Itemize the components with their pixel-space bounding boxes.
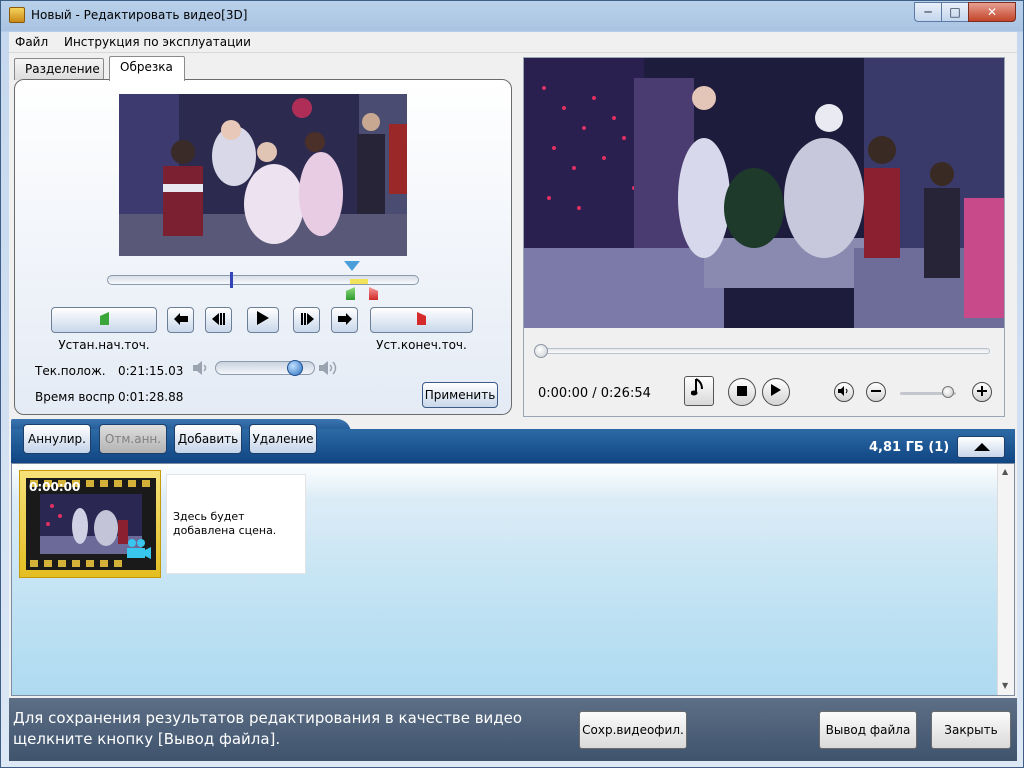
zoom-in-button[interactable] xyxy=(972,382,992,402)
client-area: Разделение Обрезка Устан.нач.точ. Уст.ко… xyxy=(9,53,1017,761)
close-button[interactable]: Закрыть xyxy=(931,711,1011,749)
player-play-button[interactable] xyxy=(762,378,790,406)
green-flag-icon xyxy=(99,309,109,333)
undo-cancel-button[interactable]: Отм.анн. xyxy=(99,424,167,454)
apply-button[interactable]: Применить xyxy=(422,382,498,408)
storage-size-label: 4,81 ГБ (1) xyxy=(869,440,950,455)
start-point-flag-icon[interactable] xyxy=(346,287,355,300)
play-button[interactable] xyxy=(247,307,279,333)
mute-button[interactable] xyxy=(834,382,854,402)
app-icon xyxy=(9,7,25,23)
current-position-value: 0:21:15.03 xyxy=(118,364,184,378)
output-file-button[interactable]: Вывод файла xyxy=(819,711,917,749)
play-time-value: 0:01:28.88 xyxy=(118,390,184,404)
scroll-up-icon[interactable]: ▲ xyxy=(1002,467,1008,476)
close-window-button[interactable]: ✕ xyxy=(968,2,1016,22)
collapse-panel-button[interactable] xyxy=(957,436,1005,458)
set-start-point-button[interactable]: Устан.нач.точ. xyxy=(51,307,157,352)
video-camera-icon xyxy=(124,537,152,563)
set-start-point-label: Устан.нач.точ. xyxy=(58,337,150,352)
next-frame-icon xyxy=(300,309,314,333)
menu-manual[interactable]: Инструкция по эксплуатации xyxy=(58,32,257,52)
step-back-button[interactable] xyxy=(167,307,194,333)
volume-high-icon xyxy=(319,361,339,378)
arrow-right-icon xyxy=(337,309,352,333)
seek-slider[interactable] xyxy=(538,348,990,354)
timeline-scrollbar[interactable]: ▲ ▼ xyxy=(997,464,1014,695)
play-icon xyxy=(257,309,269,333)
set-end-point-button[interactable]: Уст.конеч.точ. xyxy=(370,307,473,352)
seek-slider-thumb[interactable] xyxy=(534,344,548,358)
end-point-flag-icon[interactable] xyxy=(369,287,378,300)
delete-button[interactable]: Удаление xyxy=(249,424,317,454)
timeline-clip[interactable]: 0:00:00 xyxy=(19,470,161,578)
save-video-button[interactable]: Сохр.видеофил. xyxy=(579,711,687,749)
menu-bar: Файл Инструкция по эксплуатации xyxy=(9,32,1017,53)
music-note-button[interactable] xyxy=(684,376,714,406)
minimize-button[interactable]: ─ xyxy=(914,2,942,22)
main-window: Новый - Редактировать видео[3D] ─ □ ✕ Фа… xyxy=(0,0,1024,768)
scroll-down-icon[interactable]: ▼ xyxy=(1002,681,1008,690)
volume-slider-thumb[interactable] xyxy=(287,360,303,376)
current-position-label: Тек.полож. xyxy=(35,364,106,378)
window-title: Новый - Редактировать видео[3D] xyxy=(31,8,248,22)
volume-low-icon xyxy=(193,361,209,378)
title-bar: Новый - Редактировать видео[3D] ─ □ ✕ xyxy=(1,1,1023,31)
stop-icon xyxy=(737,385,747,399)
trim-preview-image xyxy=(119,94,407,256)
arrow-left-icon xyxy=(173,309,188,333)
cancel-button[interactable]: Аннулир. xyxy=(23,424,91,454)
trim-panel: Устан.нач.точ. Уст.конеч.точ. Тек.полож.… xyxy=(14,79,512,415)
timeline-toolbar: Аннулир. Отм.анн. Добавить Удаление 4,81… xyxy=(11,419,1015,463)
music-note-icon xyxy=(690,378,707,402)
footer-hint: Для сохранения результатов редактировани… xyxy=(13,709,523,748)
set-end-point-label: Уст.конеч.точ. xyxy=(376,337,467,352)
plus-icon xyxy=(977,385,987,399)
stop-button[interactable] xyxy=(728,378,756,406)
playback-time: 0:00:00 / 0:26:54 xyxy=(538,386,651,401)
trim-selection-range xyxy=(350,279,368,284)
tab-trim[interactable]: Обрезка xyxy=(109,56,185,81)
play-time-label: Время воспр xyxy=(35,390,115,404)
position-marker[interactable] xyxy=(230,272,233,288)
playhead-marker[interactable] xyxy=(344,261,360,271)
player-play-icon xyxy=(771,384,781,399)
prev-frame-icon xyxy=(211,309,226,333)
zoom-out-button[interactable] xyxy=(866,382,886,402)
red-flag-icon xyxy=(417,309,426,333)
add-button[interactable]: Добавить xyxy=(174,424,242,454)
prev-frame-button[interactable] xyxy=(205,307,232,333)
menu-file[interactable]: Файл xyxy=(9,32,54,52)
trim-slider[interactable] xyxy=(107,275,419,285)
step-forward-button[interactable] xyxy=(331,307,358,333)
maximize-button[interactable]: □ xyxy=(941,2,969,22)
player-panel: 0:00:00 / 0:26:54 xyxy=(523,57,1005,417)
minus-icon xyxy=(871,385,881,399)
zoom-slider-thumb[interactable] xyxy=(942,386,954,398)
player-preview-image xyxy=(524,58,1004,328)
timeline-area: 0:00:00 Здесь будет добавлена сцена. ▲ ▼ xyxy=(11,463,1015,696)
next-frame-button[interactable] xyxy=(293,307,320,333)
clip-start-time: 0:00:00 xyxy=(29,480,81,494)
tab-split[interactable]: Разделение xyxy=(14,58,104,80)
scene-placeholder: Здесь будет добавлена сцена. xyxy=(166,474,306,574)
footer-panel: Для сохранения результатов редактировани… xyxy=(9,698,1017,761)
speaker-icon xyxy=(838,385,850,399)
